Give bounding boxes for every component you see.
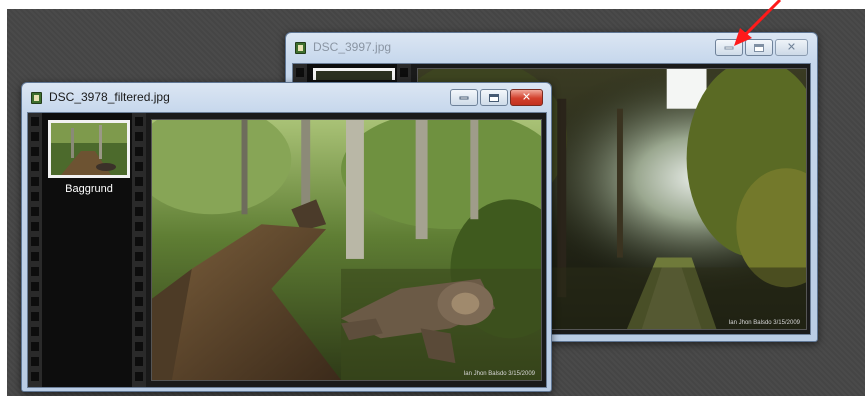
filmstrip-perforation: [132, 113, 146, 387]
caption-buttons: ✕: [450, 89, 543, 106]
image-canvas[interactable]: Ian Jhon Balsdo 3/15/2009: [151, 119, 542, 381]
photo-watermark: Ian Jhon Balsdo 3/15/2009: [463, 371, 535, 377]
filmstrip-perforation: [28, 113, 42, 387]
layer-thumbnail-image: [51, 123, 127, 175]
layer-thumbnail[interactable]: [48, 120, 130, 178]
minimize-button[interactable]: [450, 89, 478, 106]
image-file-icon: [31, 92, 42, 104]
image-client-area: Baggrund Ian Jhon Balsdo 3/15/2009: [27, 112, 547, 388]
minimize-icon: [459, 96, 469, 99]
photo-watermark: Ian Jhon Balsdo 3/15/2009: [728, 320, 800, 326]
close-icon: ✕: [521, 91, 532, 103]
image-window-front[interactable]: DSC_3978_filtered.jpg ✕ Baggrund Ian Jho…: [21, 82, 552, 392]
window-title: DSC_3997.jpg: [313, 40, 392, 54]
maximize-icon: [489, 93, 499, 102]
red-arrow-annotation: [734, 0, 782, 46]
maximize-button[interactable]: [480, 89, 508, 106]
title-bar[interactable]: DSC_3978_filtered.jpg ✕: [22, 83, 551, 111]
layer-filmstrip[interactable]: Baggrund: [28, 113, 146, 387]
window-title: DSC_3978_filtered.jpg: [49, 90, 170, 104]
forest-log-photo: [152, 120, 541, 380]
image-file-icon: [295, 42, 306, 54]
layer-label: Baggrund: [65, 183, 113, 195]
layer-thumbnail[interactable]: [313, 68, 395, 80]
close-button[interactable]: ✕: [510, 89, 543, 106]
